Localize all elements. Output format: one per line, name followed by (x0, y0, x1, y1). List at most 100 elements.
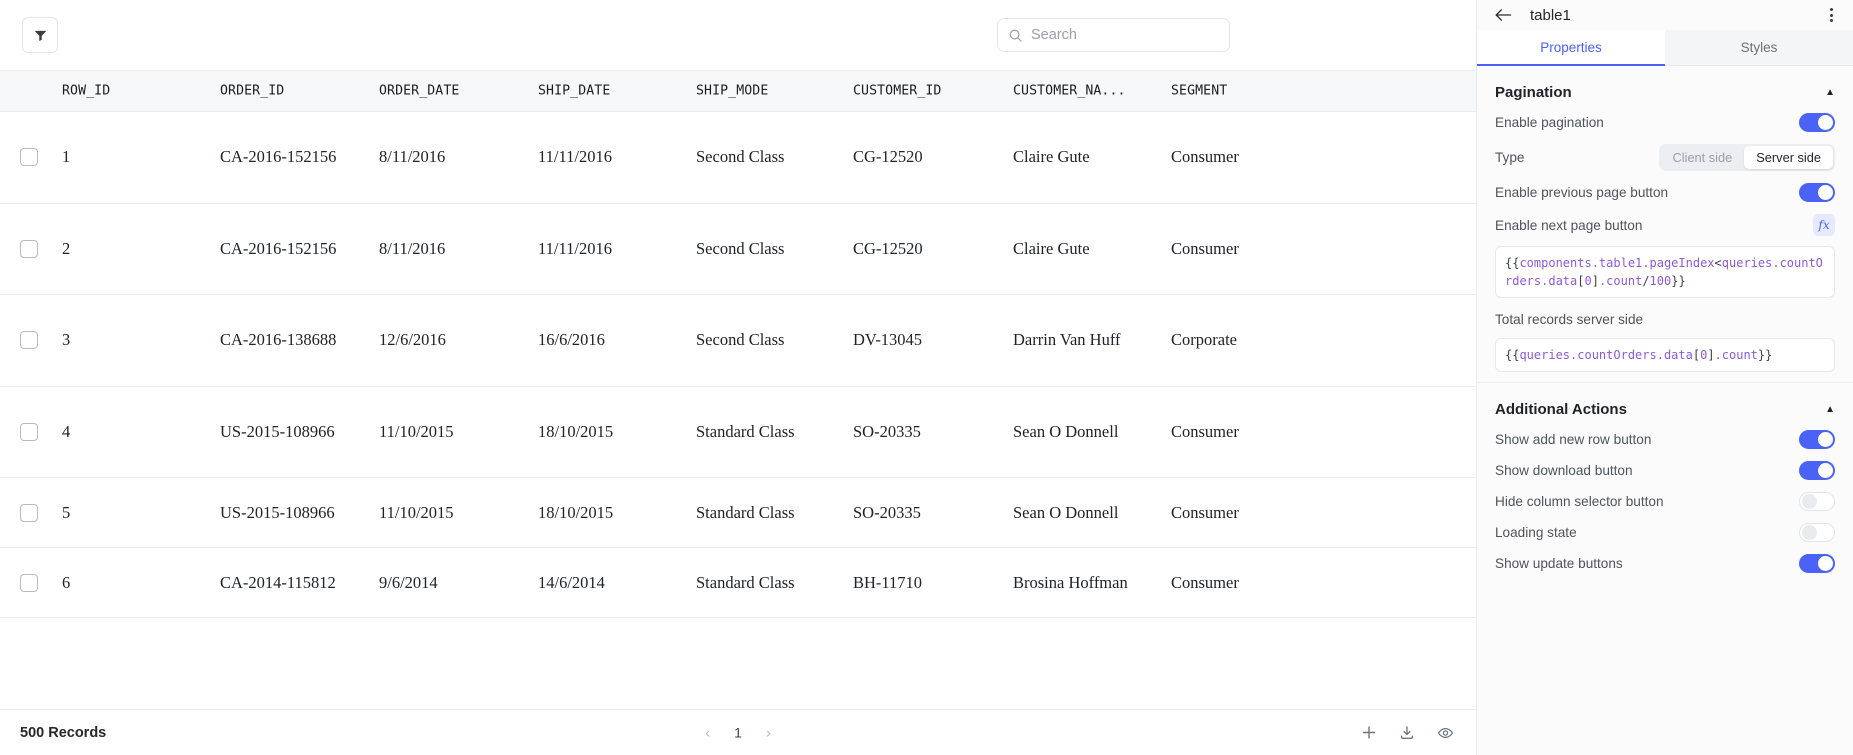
toggle-enable-previous-page-button[interactable] (1799, 183, 1835, 202)
cell-row-id: 2 (62, 238, 71, 258)
cell-order-id: CA-2016-152156 (220, 238, 337, 258)
cell-ship-mode: Standard Class (696, 502, 795, 522)
table-row[interactable]: 6 CA-2014-115812 9/6/2014 14/6/2014 Stan… (0, 548, 1476, 618)
row-hide-column-selector-button: Hide column selector button (1477, 486, 1853, 517)
table-header-row: ROW_ID ORDER_ID ORDER_DATE SHIP_DATE SHI… (0, 70, 1476, 112)
inspector-header: table1 (1477, 0, 1853, 30)
records-count-label: 500 Records (20, 724, 107, 741)
cell-customer-id: SO-20335 (853, 502, 921, 522)
column-header-ship-date[interactable]: SHIP_DATE (538, 84, 610, 99)
column-header-segment[interactable]: SEGMENT (1171, 84, 1227, 99)
inspector-panel: table1 Properties Styles Pagination ▲ En… (1476, 0, 1853, 755)
toggle-show-add-new-row-button[interactable] (1799, 430, 1835, 449)
footer-action-icons (1361, 724, 1454, 741)
cell-customer-id: CG-12520 (853, 238, 923, 258)
row-show-download-button: Show download button (1477, 455, 1853, 486)
toggle-loading-state[interactable] (1799, 523, 1835, 542)
toggle-enable-pagination[interactable] (1799, 113, 1835, 132)
section-pagination-header[interactable]: Pagination ▲ (1477, 66, 1853, 107)
table-body: 1 CA-2016-152156 8/11/2016 11/11/2016 Se… (0, 112, 1476, 709)
row-checkbox[interactable] (20, 503, 38, 522)
tab-styles[interactable]: Styles (1665, 30, 1853, 65)
cell-customer-id: DV-13045 (853, 330, 923, 350)
search-icon (1008, 28, 1023, 43)
code-input-next-page-expression[interactable]: {{components.table1.pageIndex<queries.co… (1495, 246, 1835, 298)
row-enable-previous-page-button: Enable previous page button (1477, 177, 1853, 208)
row-checkbox[interactable] (20, 148, 38, 167)
table-row[interactable]: 3 CA-2016-138688 12/6/2016 16/6/2016 Sec… (0, 295, 1476, 387)
cell-ship-mode: Second Class (696, 238, 785, 258)
fx-icon[interactable]: fx (1813, 214, 1835, 236)
cell-order-id: CA-2016-138688 (220, 330, 337, 350)
cell-customer-name: Claire Gute (1013, 147, 1090, 167)
label-hide-column-selector-button: Hide column selector button (1495, 494, 1664, 509)
column-header-ship-mode[interactable]: SHIP_MODE (696, 84, 768, 99)
cell-ship-date: 16/6/2016 (538, 330, 605, 350)
page-number[interactable]: 1 (728, 724, 748, 742)
chevron-up-icon[interactable]: ▲ (1825, 87, 1835, 98)
cell-row-id: 4 (62, 421, 71, 441)
cell-order-date: 8/11/2016 (379, 238, 446, 258)
column-header-customer-id[interactable]: CUSTOMER_ID (853, 84, 941, 99)
cell-order-date: 11/10/2015 (379, 502, 454, 522)
row-checkbox[interactable] (20, 422, 38, 441)
row-checkbox[interactable] (20, 331, 38, 350)
code-input-total-records-expression[interactable]: {{queries.countOrders.data[0].count}} (1495, 338, 1835, 372)
table-row[interactable]: 4 US-2015-108966 11/10/2015 18/10/2015 S… (0, 387, 1476, 478)
cell-order-id: CA-2016-152156 (220, 147, 337, 167)
cell-customer-name: Claire Gute (1013, 238, 1090, 258)
column-header-order-date[interactable]: ORDER_DATE (379, 84, 459, 99)
pagination-controls: ‹ 1 › (701, 723, 775, 742)
toggle-hide-column-selector-button[interactable] (1799, 492, 1835, 511)
cell-row-id: 3 (62, 330, 71, 350)
table-row[interactable]: 2 CA-2016-152156 8/11/2016 11/11/2016 Se… (0, 204, 1476, 295)
cell-ship-date: 11/11/2016 (538, 238, 612, 258)
cell-segment: Corporate (1171, 330, 1237, 350)
eye-icon[interactable] (1437, 724, 1454, 741)
row-checkbox[interactable] (20, 239, 38, 258)
arrow-left-icon[interactable] (1495, 8, 1512, 22)
table-row[interactable]: 1 CA-2016-152156 8/11/2016 11/11/2016 Se… (0, 112, 1476, 204)
section-additional-actions-header[interactable]: Additional Actions ▲ (1477, 383, 1853, 424)
cell-ship-mode: Second Class (696, 330, 785, 350)
column-header-row-id[interactable]: ROW_ID (62, 84, 110, 99)
app-root: ROW_ID ORDER_ID ORDER_DATE SHIP_DATE SHI… (0, 0, 1853, 755)
cell-ship-date: 11/11/2016 (538, 147, 612, 167)
cell-customer-name: Darrin Van Huff (1013, 330, 1121, 350)
cell-order-id: US-2015-108966 (220, 502, 335, 522)
cell-segment: Consumer (1171, 147, 1239, 167)
row-checkbox[interactable] (20, 573, 38, 592)
segmented-pagination-type: Client side Server side (1658, 144, 1835, 171)
filter-button[interactable] (22, 17, 58, 53)
row-enable-pagination: Enable pagination (1477, 107, 1853, 138)
label-enable-previous-page-button: Enable previous page button (1495, 185, 1669, 200)
toggle-show-update-buttons[interactable] (1799, 554, 1835, 573)
label-loading-state: Loading state (1495, 525, 1577, 540)
segment-server-side[interactable]: Server side (1744, 146, 1833, 169)
plus-icon[interactable] (1361, 725, 1377, 741)
row-show-add-new-row-button: Show add new row button (1477, 424, 1853, 455)
chevron-left-icon[interactable]: ‹ (701, 723, 714, 742)
chevron-up-icon[interactable]: ▲ (1825, 404, 1835, 415)
column-header-customer-name[interactable]: CUSTOMER_NA... (1013, 84, 1126, 99)
toggle-show-download-button[interactable] (1799, 461, 1835, 480)
kebab-menu-icon[interactable] (1828, 6, 1835, 24)
label-show-update-buttons: Show update buttons (1495, 556, 1623, 571)
tab-properties[interactable]: Properties (1477, 30, 1665, 66)
cell-segment: Consumer (1171, 502, 1239, 522)
section-title-additional-actions: Additional Actions (1495, 401, 1627, 418)
label-show-download-button: Show download button (1495, 463, 1633, 478)
cell-order-id: CA-2014-115812 (220, 572, 336, 592)
cell-customer-id: SO-20335 (853, 421, 921, 441)
search-box[interactable] (997, 18, 1230, 52)
table-row[interactable]: 5 US-2015-108966 11/10/2015 18/10/2015 S… (0, 478, 1476, 548)
segment-client-side[interactable]: Client side (1661, 146, 1745, 169)
chevron-right-icon[interactable]: › (762, 723, 775, 742)
cell-segment: Consumer (1171, 572, 1239, 592)
download-icon[interactable] (1399, 725, 1415, 741)
label-show-add-new-row-button: Show add new row button (1495, 432, 1652, 447)
search-input[interactable] (1031, 27, 1219, 43)
column-header-order-id[interactable]: ORDER_ID (220, 84, 284, 99)
inspector-body: Pagination ▲ Enable pagination Type Clie… (1477, 66, 1853, 755)
table-toolbar (0, 0, 1476, 70)
